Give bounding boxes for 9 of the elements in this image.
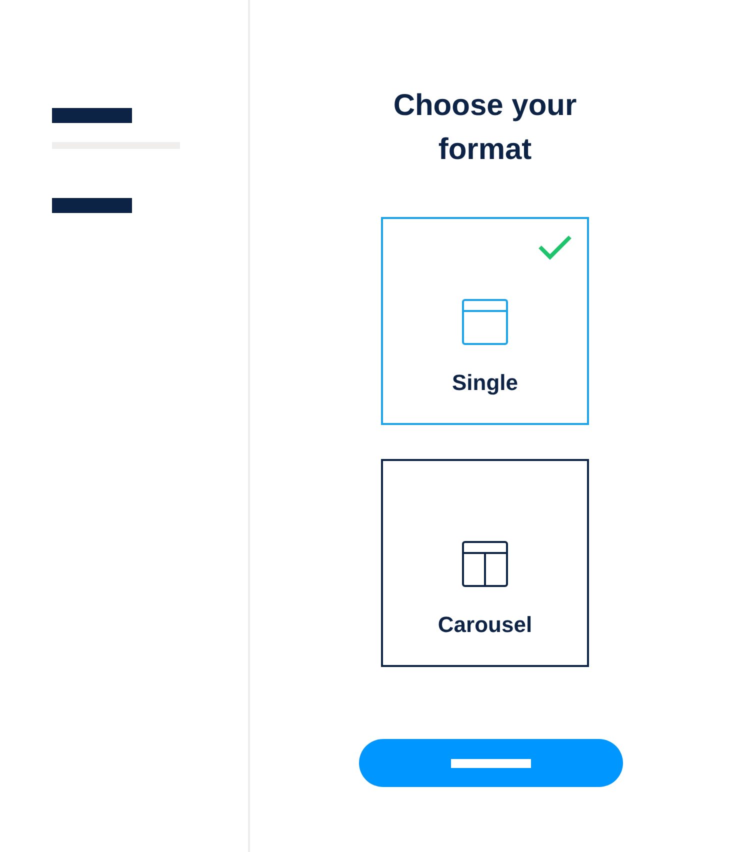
- continue-button[interactable]: [359, 739, 623, 787]
- page-title: Choose your format: [392, 88, 578, 168]
- format-card[interactable]: Single: [381, 217, 589, 425]
- format-label: Single: [452, 369, 518, 397]
- window-icon: [462, 299, 508, 345]
- format-label: Carousel: [438, 611, 532, 639]
- format-card[interactable]: Carousel: [381, 459, 589, 667]
- layout-icon: [462, 541, 508, 587]
- checkmark-icon: [538, 235, 572, 260]
